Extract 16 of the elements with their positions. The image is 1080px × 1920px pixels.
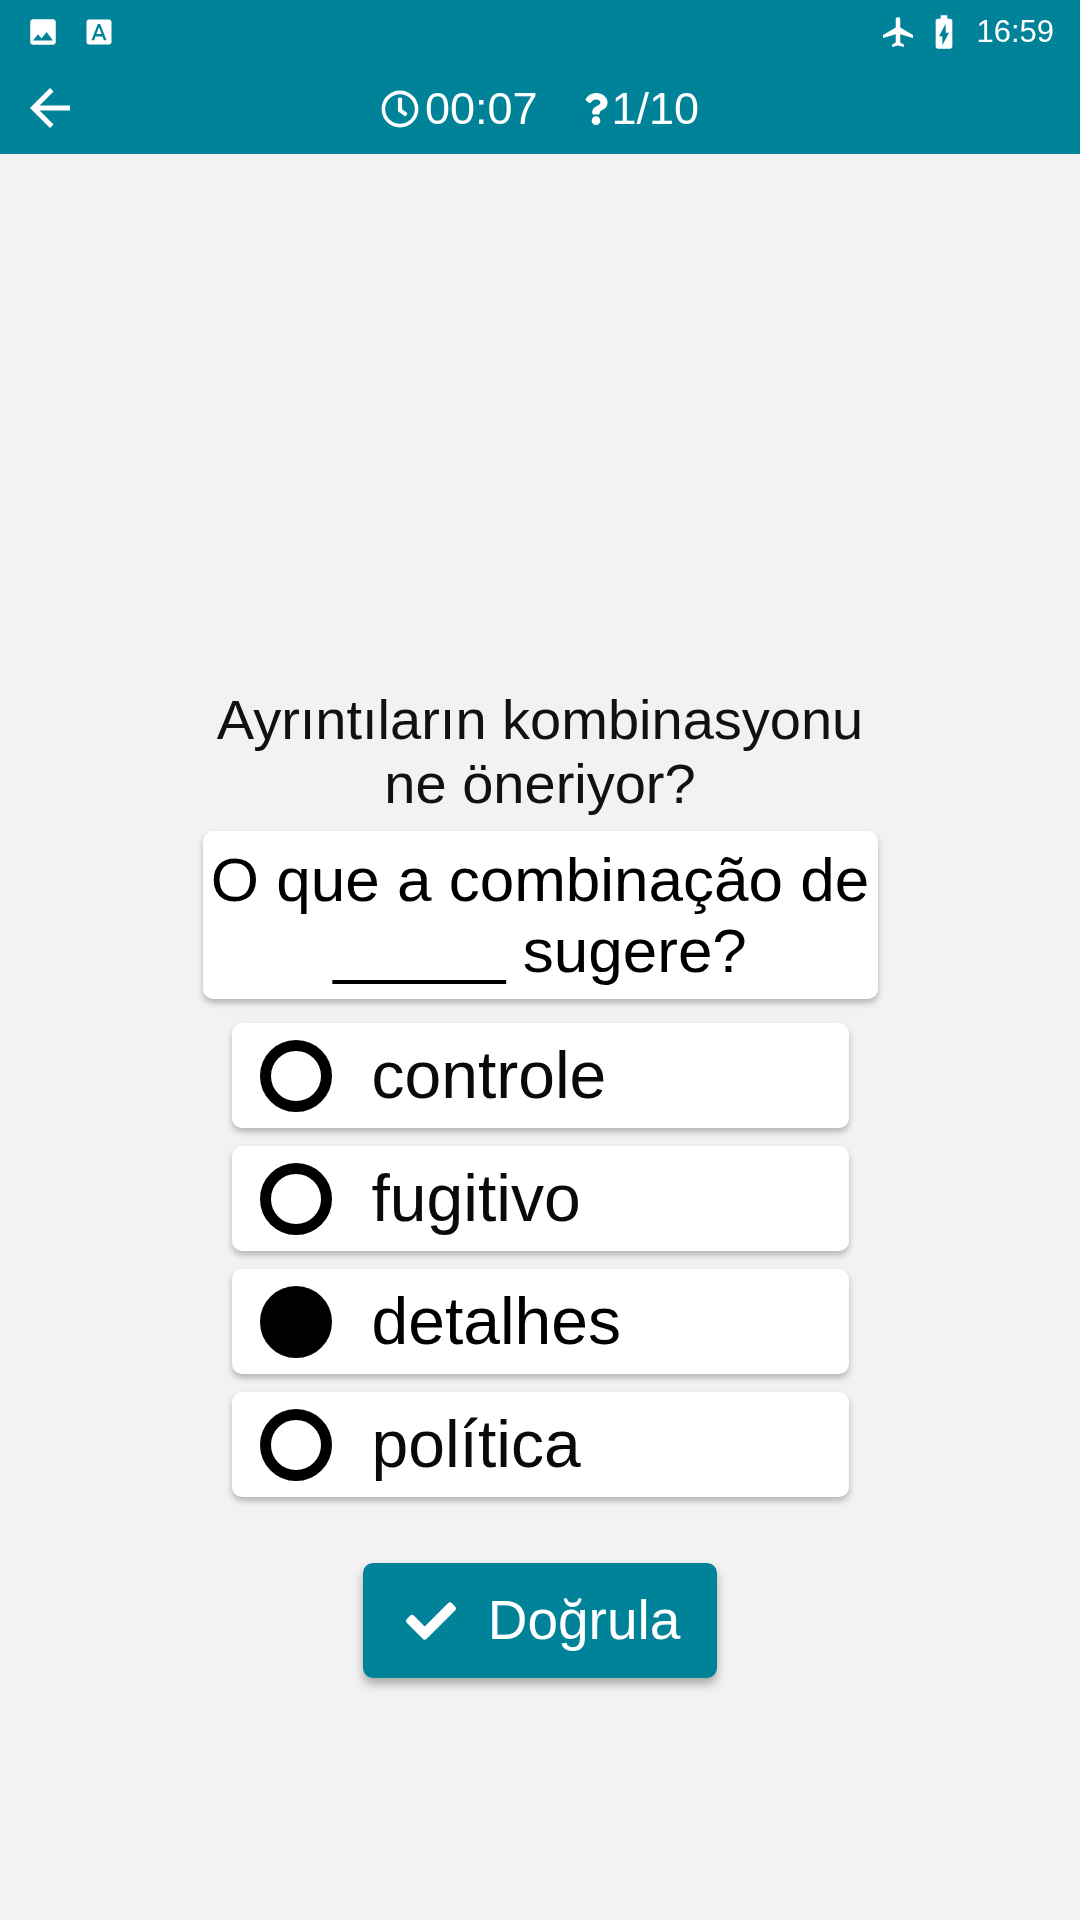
- option-label: fugitivo: [371, 1159, 581, 1237]
- answer-option[interactable]: detalhes: [231, 1269, 849, 1374]
- option-label: detalhes: [371, 1282, 622, 1360]
- question-prompt: Ayrıntıların kombinasyonu ne öneriyor?: [215, 688, 865, 816]
- progress-text: 1/10: [611, 86, 700, 131]
- answer-option[interactable]: fugitivo: [231, 1146, 849, 1251]
- answer-option[interactable]: política: [231, 1392, 849, 1497]
- question-icon: [583, 92, 608, 125]
- option-label: controle: [371, 1036, 607, 1114]
- option-label: política: [371, 1405, 581, 1483]
- answer-option[interactable]: controle: [231, 1023, 849, 1128]
- sentence-text: O que a combinação de _____ sugere?: [209, 844, 871, 986]
- timer-text: 00:07: [424, 86, 538, 131]
- status-time: 16:59: [976, 16, 1054, 47]
- verify-button[interactable]: Doğrula: [363, 1563, 717, 1678]
- clock-icon: [380, 89, 419, 128]
